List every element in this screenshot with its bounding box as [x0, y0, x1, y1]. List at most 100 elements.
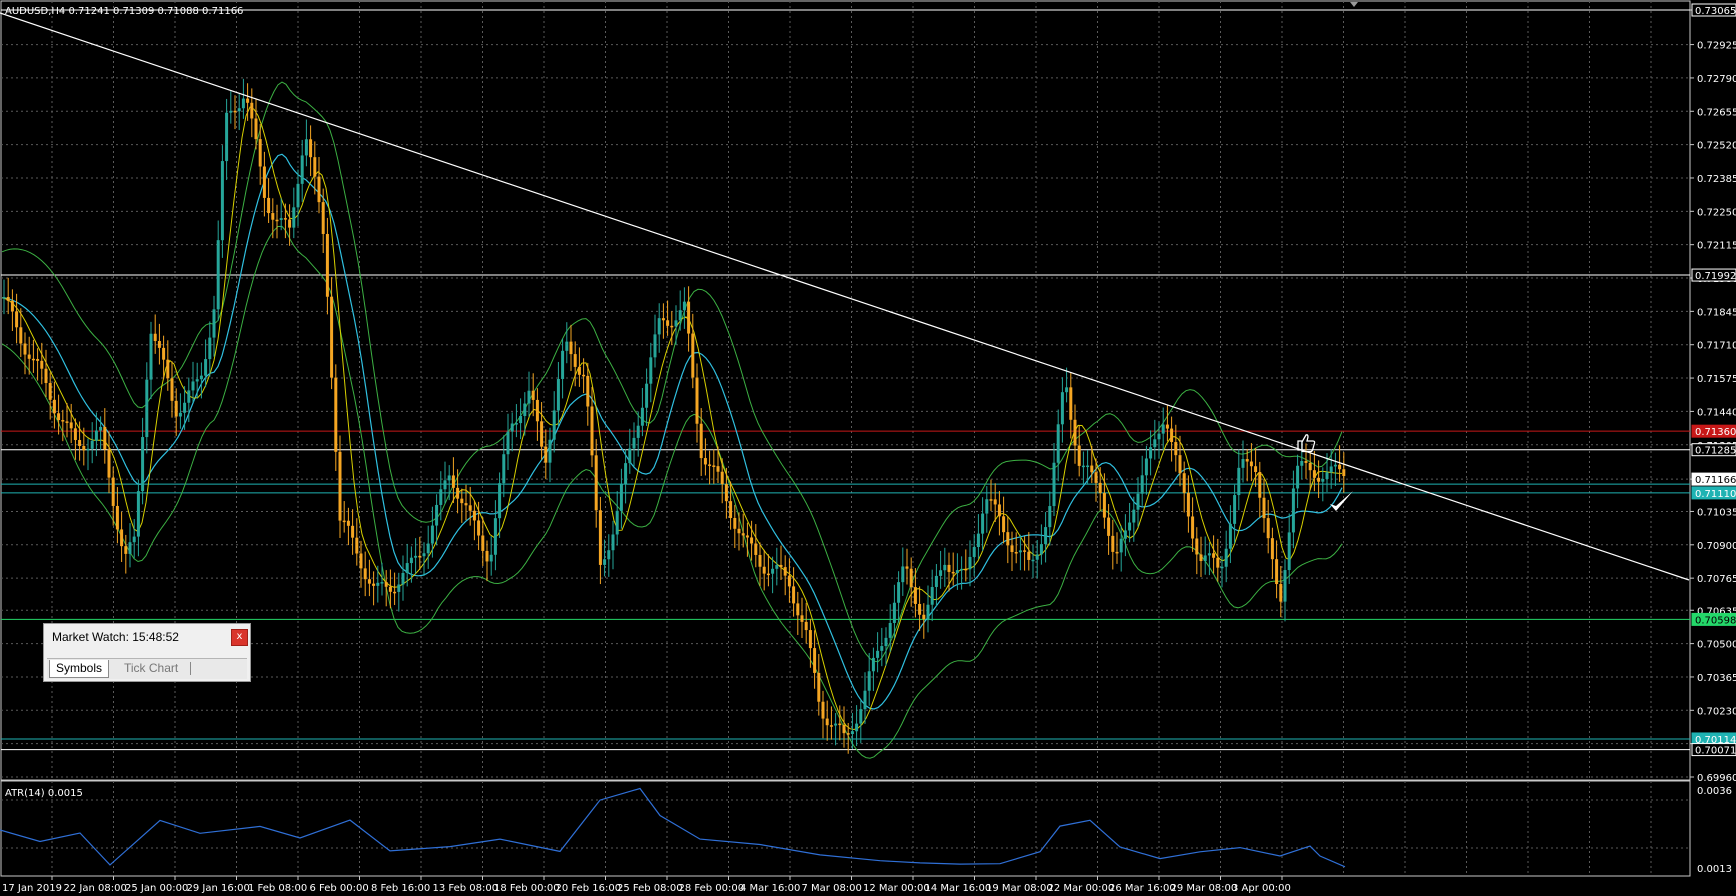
candle-body: [628, 448, 632, 464]
candle-body: [720, 471, 724, 485]
candle-body: [166, 359, 170, 379]
candle-body: [149, 333, 153, 380]
candle-body: [233, 110, 237, 113]
candle-body: [1270, 538, 1274, 560]
price-tag-label: 0.71166: [1695, 475, 1736, 486]
price-tick-label: 0.71845: [1697, 307, 1736, 318]
candle-body: [170, 378, 174, 401]
time-tick-label: 19 Mar 08:00: [986, 883, 1053, 894]
candle-body: [44, 368, 48, 384]
price-tag-label: 0.71360: [1695, 427, 1736, 438]
tab-tick-chart[interactable]: Tick Chart: [118, 660, 184, 677]
price-tick-label: 0.72925: [1697, 41, 1736, 52]
candle-body: [1296, 465, 1300, 489]
time-tick-label: 25 Jan 00:00: [125, 883, 188, 894]
candle-body: [754, 543, 758, 555]
candle-body: [246, 98, 250, 103]
price-tag-label: 0.71110: [1695, 489, 1736, 500]
candle-body: [451, 475, 455, 488]
price-chart[interactable]: AUDUSD,H4 0.71241 0.71309 0.71088 0.7116…: [0, 0, 1736, 896]
candle-body: [145, 379, 149, 438]
candle-body: [124, 546, 128, 554]
candle-body: [724, 484, 728, 502]
candle-body: [1249, 461, 1253, 467]
candle-body: [6, 297, 10, 301]
candle-body: [892, 602, 896, 623]
candle-body: [573, 354, 577, 367]
tab-divider: [190, 662, 191, 675]
candle-body: [174, 400, 178, 417]
candle-body: [393, 591, 397, 594]
close-button[interactable]: x: [231, 629, 248, 646]
price-tick-label: 0.71035: [1697, 507, 1736, 518]
candle-body: [1338, 464, 1342, 470]
candle-body: [191, 381, 195, 391]
chart-shift-marker-icon[interactable]: [1350, 2, 1358, 7]
candle-body: [1073, 419, 1077, 446]
candle-body: [1182, 473, 1186, 493]
candle-body: [309, 139, 313, 158]
candle-body: [405, 563, 409, 573]
price-tick-label: 0.71440: [1697, 407, 1736, 418]
candle-body: [359, 553, 363, 569]
candle-body: [48, 383, 52, 400]
candle-body: [342, 520, 346, 523]
candle-body: [603, 559, 607, 565]
candle-body: [90, 440, 94, 449]
candle-body: [292, 207, 296, 228]
candle-body: [1220, 566, 1224, 569]
candle-body: [808, 630, 812, 649]
candle-body: [695, 377, 699, 424]
candle-body: [1128, 522, 1132, 531]
candle-body: [737, 528, 741, 534]
candle-body: [1119, 538, 1123, 553]
candle-body: [792, 586, 796, 604]
candle-body: [993, 499, 997, 505]
candle-body: [552, 410, 556, 440]
candle-body: [506, 431, 510, 455]
candle-body: [472, 510, 476, 521]
candle-body: [1342, 469, 1346, 477]
candle-body: [1035, 554, 1039, 560]
candle-body: [1233, 495, 1237, 524]
main-chart-frame: [0, 0, 1691, 781]
candle-body: [199, 375, 203, 380]
candle-body: [1178, 455, 1182, 474]
candle-body: [439, 489, 443, 505]
candle-body: [1300, 460, 1304, 466]
candle-body: [880, 646, 884, 651]
candle-body: [330, 296, 334, 378]
candle-body: [468, 505, 472, 511]
candle-body: [220, 161, 224, 241]
candle-body: [968, 556, 972, 570]
candle-body: [976, 533, 980, 547]
trendline[interactable]: [0, 12, 1690, 581]
candle-body: [964, 568, 968, 571]
candle-body: [1254, 466, 1258, 472]
candle-body: [939, 570, 943, 576]
candle-body: [972, 546, 976, 557]
candle-body: [36, 359, 40, 361]
candle-body: [531, 390, 535, 400]
candle-body: [1107, 517, 1111, 536]
candle-body: [355, 537, 359, 554]
candle-body: [682, 301, 686, 311]
candle-body: [855, 723, 859, 732]
candle-body: [745, 535, 749, 538]
candle-body: [464, 503, 468, 506]
candle-body: [859, 709, 863, 724]
candle-body: [934, 575, 938, 587]
candle-body: [607, 550, 611, 560]
candle-body: [666, 320, 670, 326]
tab-symbols[interactable]: Symbols: [49, 660, 110, 678]
market-watch-window[interactable]: Market Watch: 15:48:52 x Symbols Tick Ch…: [43, 623, 251, 682]
price-tag-label: 0.71285: [1695, 446, 1736, 457]
candle-body: [943, 564, 947, 571]
candle-body: [1039, 544, 1043, 555]
candle-body: [99, 426, 103, 431]
candle-body: [267, 197, 271, 214]
candle-body: [787, 575, 791, 587]
candle-body: [535, 399, 539, 422]
candle-body: [544, 446, 548, 463]
candle-body: [918, 603, 922, 615]
